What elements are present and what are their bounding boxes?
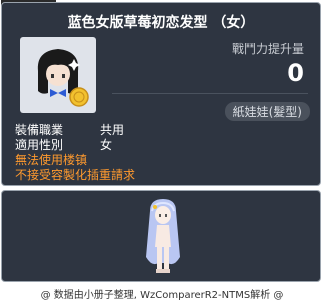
- combat-power-label: 戰鬥力提升量: [231, 42, 304, 56]
- warning-text: 不接受容製化插重請求: [15, 168, 136, 182]
- footer-credit: @ 数据由小册子整理, WzComparerR2-NTMS解析 @: [40, 290, 284, 301]
- info-row-job: 裝備職業 共用: [15, 123, 135, 138]
- item-tooltip-panel: 蓝色女版草莓初恋发型 （女） 戰鬥力提升量 0 紙娃娃(髮型) 裝備職業 共用: [1, 2, 321, 186]
- divider: [112, 93, 308, 94]
- avatar-preview-image: [146, 199, 180, 273]
- category-badge: 紙娃娃(髮型): [224, 102, 310, 121]
- info-label: 適用性別: [15, 138, 64, 152]
- item-icon-frame: [20, 37, 96, 113]
- avatar-preview-panel: [1, 190, 321, 282]
- item-info-list: 裝備職業 共用 適用性別 女 無法使用楼镇 不接受容製化插重請求: [15, 123, 135, 183]
- info-value: 女: [100, 138, 113, 152]
- item-title: 蓝色女版草莓初恋发型 （女）: [67, 15, 255, 31]
- info-value: 共用: [100, 123, 125, 137]
- info-row-gender: 適用性別 女: [15, 138, 135, 153]
- hair-item-icon: [37, 49, 89, 107]
- combat-power-value: 0: [287, 59, 304, 87]
- info-label: 裝備職業: [15, 123, 64, 137]
- warning-text: 無法使用楼镇: [15, 153, 88, 167]
